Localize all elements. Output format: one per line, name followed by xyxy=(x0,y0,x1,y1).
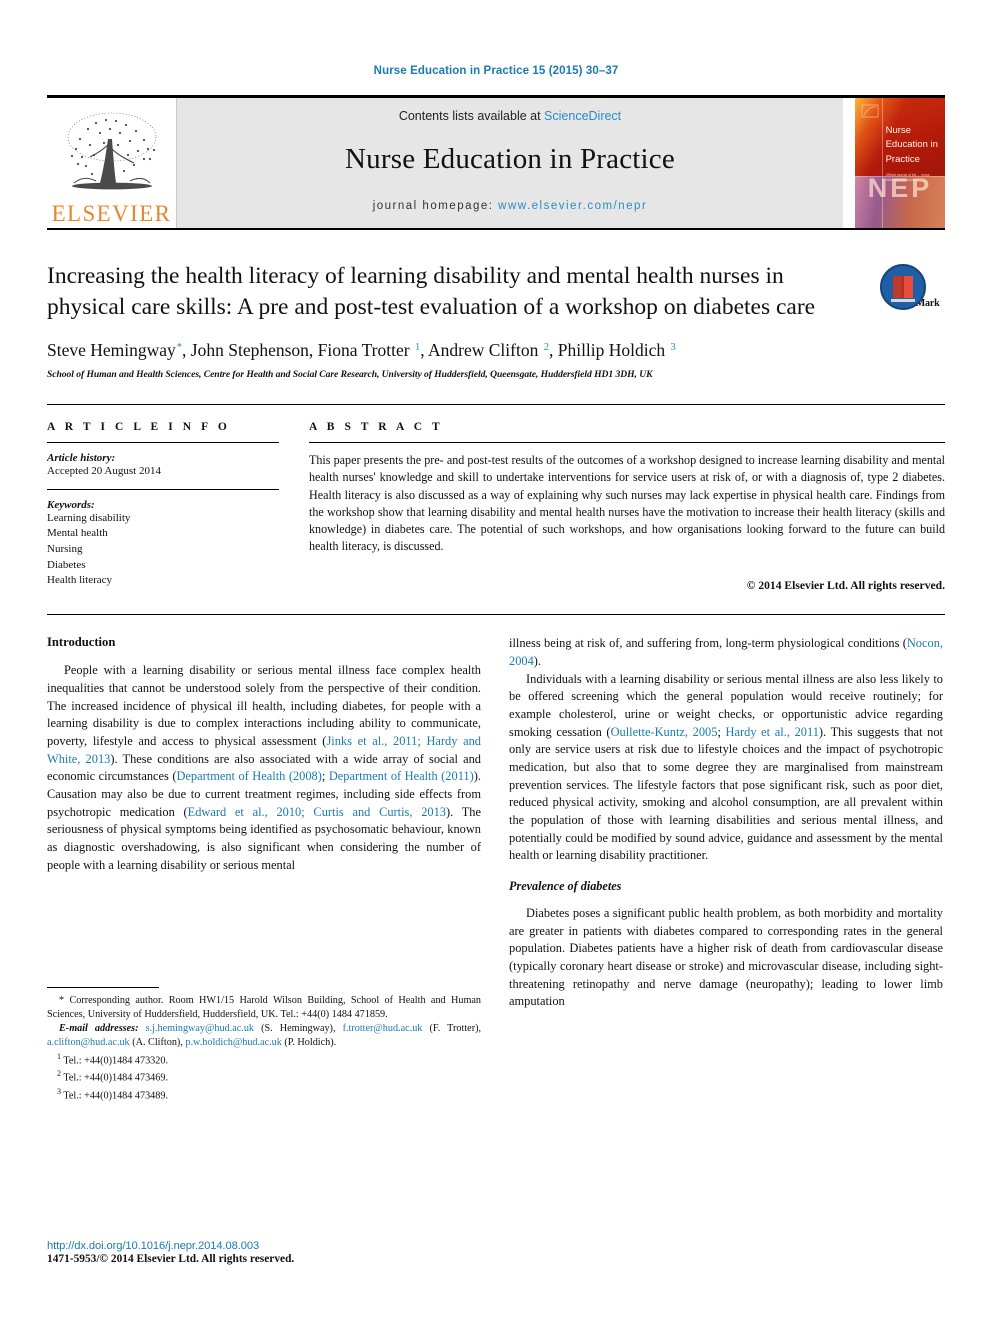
footnote-tel-3: 3 Tel.: +44(0)1484 473489. xyxy=(47,1086,481,1104)
footnote-marker-3: 3 xyxy=(57,1086,61,1096)
keyword-item: Health literacy xyxy=(47,574,113,587)
keyword-item: Mental health xyxy=(47,527,108,540)
cover-title: Nurse Education in Practice xyxy=(885,124,938,165)
footnote-tel-2-value: Tel.: +44(0)1484 473469. xyxy=(63,1072,169,1084)
email-link-holdich[interactable]: p.w.holdich@hud.ac.uk xyxy=(185,1037,281,1048)
article-page: Nurse Education in Practice 15 (2015) 30… xyxy=(0,0,992,1323)
running-head: Nurse Education in Practice 15 (2015) 30… xyxy=(373,65,619,77)
keywords-block: Keywords: Learning disability Mental hea… xyxy=(47,499,279,589)
author-5: Phillip Holdich 3 xyxy=(557,340,676,361)
crossmark-icon[interactable] xyxy=(879,263,927,311)
article-history-label: Article history: xyxy=(47,452,116,465)
intro-paragraph-1: People with a learning disability or ser… xyxy=(47,662,481,874)
body-separator-rule xyxy=(47,614,945,616)
citation-oullette-kuntz[interactable]: Oullette-Kuntz, 2005 xyxy=(611,725,718,739)
article-info-column: A R T I C L E I N F O Article history: A… xyxy=(47,421,279,592)
author-5-marker: 3 xyxy=(670,341,676,353)
doi-block: http://dx.doi.org/10.1016/j.nepr.2014.08… xyxy=(47,1240,481,1265)
abstract-column: A B S T R A C T This paper presents the … xyxy=(309,421,945,592)
email-person-hemingway: (S. Hemingway) xyxy=(261,1023,333,1035)
abstract-heading: A B S T R A C T xyxy=(309,421,444,434)
right-text-a: illness being at risk of, and suffering … xyxy=(509,636,907,651)
author-3-marker: 1 xyxy=(414,341,421,353)
subsection-heading-prevalence: Prevalence of diabetes xyxy=(509,878,622,893)
cover-watermark: NEP xyxy=(867,172,933,203)
keywords-label: Keywords: xyxy=(47,498,95,511)
journal-masthead: ELSEVIER Contents lists available at Sci… xyxy=(47,94,945,228)
keyword-item: Diabetes xyxy=(47,558,86,571)
elsevier-logo: ELSEVIER xyxy=(47,97,177,228)
contents-prefix: Contents lists available at xyxy=(398,109,545,123)
author-list: Steve Hemingway*, John Stephenson, Fiona… xyxy=(47,340,676,361)
section-heading-introduction: Introduction xyxy=(47,635,116,650)
email-link-hemingway[interactable]: s.j.hemingway@hud.ac.uk xyxy=(146,1023,254,1034)
footnote-tel-1: 1 Tel.: +44(0)1484 473320. xyxy=(47,1051,481,1069)
email-link-clifton[interactable]: a.clifton@hud.ac.uk xyxy=(47,1037,130,1048)
journal-homepage-line: journal homepage: www.elsevier.com/nepr xyxy=(373,200,648,212)
right-p2-b: ; xyxy=(717,724,726,739)
abstract-copyright: © 2014 Elsevier Ltd. All rights reserved… xyxy=(746,579,945,593)
footnote-tel-2: 2 Tel.: +44(0)1484 473469. xyxy=(47,1068,481,1086)
elsevier-wordmark: ELSEVIER xyxy=(51,200,172,226)
elsevier-tree-icon xyxy=(67,112,156,189)
body-column-left: Introduction People with a learning disa… xyxy=(47,635,481,1101)
author-2: John Stephenson xyxy=(190,340,309,361)
email-link-trotter[interactable]: f.trotter@hud.ac.uk xyxy=(343,1023,423,1034)
footnote-marker-2: 2 xyxy=(57,1069,61,1079)
footnote-rule xyxy=(47,987,159,989)
email-person-clifton: (A. Clifton) xyxy=(132,1037,181,1049)
author-4-marker: 2 xyxy=(543,341,549,353)
keyword-item: Nursing xyxy=(47,543,83,556)
abstract-rule xyxy=(309,442,945,444)
footnote-corresponding-author: * Corresponding author. Room HW1/15 Haro… xyxy=(47,995,481,1021)
intro-text-c: ; xyxy=(321,769,329,784)
citation-edward[interactable]: Edward et al., 2010; Curtis and Curtis, … xyxy=(188,805,446,819)
author-4: Andrew Clifton 2 xyxy=(428,340,549,361)
footnote-marker-1: 1 xyxy=(57,1051,61,1061)
abstract-text: This paper presents the pre- and post-te… xyxy=(309,453,945,554)
journal-homepage-link[interactable]: www.elsevier.com/nepr xyxy=(498,200,647,212)
footnote-tel-1-value: Tel.: +44(0)1484 473320. xyxy=(63,1054,169,1066)
cover-elsevier-icon xyxy=(861,104,879,117)
keyword-item: Learning disability xyxy=(47,511,131,524)
article-info-rule-1 xyxy=(47,442,279,444)
citation-hardy[interactable]: Hardy et al., 2011 xyxy=(726,725,819,739)
affiliation: School of Human and Health Sciences, Cen… xyxy=(47,369,653,381)
email-person-trotter: (F. Trotter) xyxy=(429,1023,479,1035)
page-title: Increasing the health literacy of learni… xyxy=(47,262,816,320)
right-paragraph-2: Individuals with a learning disability o… xyxy=(509,671,943,865)
footnote-tel-3-value: Tel.: +44(0)1484 473489. xyxy=(63,1090,169,1102)
footnotes: * Corresponding author. Room HW1/15 Haro… xyxy=(47,987,481,1103)
right-text-b: ). xyxy=(533,653,542,668)
citation-doh-2011[interactable]: Department of Health (2011) xyxy=(329,769,474,783)
journal-cover-thumbnail: Nurse Education in Practice Official jou… xyxy=(855,97,945,228)
article-info-rule-2 xyxy=(47,488,279,490)
body-columns: Introduction People with a learning disa… xyxy=(47,635,945,1101)
article-history-value: Accepted 20 August 2014 xyxy=(47,465,161,478)
author-1-marker: * xyxy=(176,341,183,353)
masthead-panel: Contents lists available at ScienceDirec… xyxy=(177,97,843,228)
journal-title: Nurse Education in Practice xyxy=(345,143,675,175)
email-addresses-label: E-mail addresses: xyxy=(59,1023,139,1035)
right-paragraph-3: Diabetes poses a significant public heal… xyxy=(509,905,943,1009)
author-3: Fiona Trotter 1 xyxy=(317,340,421,361)
right-p2-c: ). This suggests that not only are servi… xyxy=(509,724,943,863)
title-block: Increasing the health literacy of learni… xyxy=(47,261,945,381)
doi-link[interactable]: http://dx.doi.org/10.1016/j.nepr.2014.08… xyxy=(47,1240,481,1252)
issn-copyright: 1471-5953/© 2014 Elsevier Ltd. All right… xyxy=(47,1253,295,1265)
article-info-heading: A R T I C L E I N F O xyxy=(47,421,231,434)
cover-vertical-rule xyxy=(882,97,883,228)
sciencedirect-link[interactable]: ScienceDirect xyxy=(544,109,621,123)
masthead-bottom-rule xyxy=(47,227,945,230)
crossmark-badge-group[interactable]: CrossMark xyxy=(861,263,945,311)
email-person-holdich: (P. Holdich) xyxy=(284,1037,334,1049)
right-paragraph-continued: illness being at risk of, and suffering … xyxy=(509,635,943,670)
footnote-emails: E-mail addresses: s.j.hemingway@hud.ac.u… xyxy=(47,1023,482,1049)
citation-doh-2008[interactable]: Department of Health (2008) xyxy=(176,769,321,783)
author-1: Steve Hemingway* xyxy=(47,340,183,361)
body-column-right: illness being at risk of, and suffering … xyxy=(509,635,943,1011)
info-abstract-section: A R T I C L E I N F O Article history: A… xyxy=(47,404,945,592)
homepage-prefix: journal homepage: xyxy=(372,200,499,212)
contents-available-line: Contents lists available at ScienceDirec… xyxy=(399,109,621,123)
